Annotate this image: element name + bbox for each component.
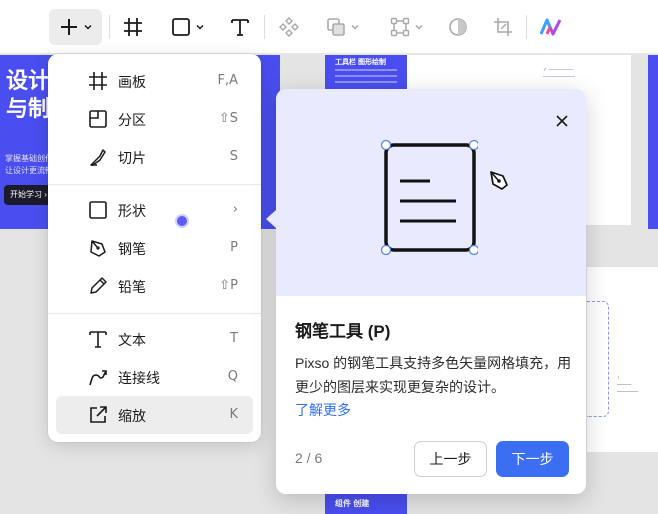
canvas-frame-edge[interactable] bbox=[648, 55, 658, 229]
crop-icon bbox=[494, 18, 512, 36]
frame-mini-text: ↑ ──── ────── bbox=[617, 375, 639, 395]
pen-nib-icon bbox=[90, 240, 106, 257]
menu-item-text[interactable]: 文本 T bbox=[56, 320, 253, 358]
text-placeholder-line bbox=[335, 69, 397, 71]
learn-more-link[interactable]: 了解更多 bbox=[295, 400, 351, 420]
canvas-frame-header-strip[interactable]: 工具栏 图形绘制 bbox=[325, 55, 407, 93]
vector-nodes-icon bbox=[390, 17, 410, 37]
chevron-down-icon bbox=[196, 24, 204, 30]
plus-icon bbox=[60, 19, 77, 35]
menu-item-label: 文本 bbox=[118, 332, 146, 348]
document-icon bbox=[380, 139, 478, 255]
connector-arrow-icon bbox=[89, 370, 107, 386]
ai-logo-icon bbox=[540, 18, 562, 36]
mask-tool-button[interactable] bbox=[443, 9, 473, 45]
top-toolbar bbox=[0, 0, 658, 54]
text-placeholder-line bbox=[335, 81, 397, 83]
menu-item-shortcut: ⇧P bbox=[219, 278, 238, 293]
tour-title: 钢笔工具 (P) bbox=[295, 322, 391, 341]
tour-description: Pixso 的钢笔工具支持多色矢量网格填充，用更少的图层来实现更复杂的设计。 bbox=[295, 355, 572, 395]
slice-knife-icon bbox=[90, 149, 106, 166]
chevron-down-icon bbox=[351, 24, 359, 30]
feature-tour-card: 钢笔工具 (P) Pixso 的钢笔工具支持多色矢量网格填充，用更少的图层来实现… bbox=[276, 89, 586, 494]
shape-tool-button[interactable] bbox=[164, 9, 212, 45]
menu-item-shortcut: ⇧S bbox=[218, 111, 238, 126]
menu-item-label: 形状 bbox=[118, 203, 146, 219]
frame-start-button: 开始学习 › bbox=[4, 185, 53, 205]
tour-illustration bbox=[276, 89, 586, 296]
frame-hash-icon bbox=[89, 72, 107, 90]
menu-item-scale[interactable]: 缩放 K bbox=[56, 396, 253, 434]
menu-divider bbox=[48, 313, 261, 314]
tour-card-pointer bbox=[266, 210, 276, 228]
section-icon bbox=[89, 110, 107, 128]
vector-edit-tool-button[interactable] bbox=[384, 9, 430, 45]
menu-item-shortcut: F,A bbox=[217, 73, 238, 88]
pencil-icon bbox=[90, 277, 107, 294]
text-tool-button[interactable] bbox=[224, 9, 256, 45]
toolbar-separator bbox=[526, 15, 527, 39]
insert-menu: 画板 F,A 分区 ⇧S 切片 S 形状 › 钢笔 P 铅笔 ⇧P 文本 T 连… bbox=[48, 54, 261, 442]
menu-item-label: 缩放 bbox=[118, 408, 146, 424]
frame-title: 设计 与制 bbox=[6, 68, 51, 121]
menu-item-shortcut: K bbox=[229, 407, 238, 422]
boolean-union-icon bbox=[327, 18, 345, 36]
menu-item-label: 铅笔 bbox=[118, 279, 146, 295]
menu-item-shortcut: T bbox=[230, 331, 238, 346]
chevron-down-icon bbox=[415, 24, 423, 30]
text-placeholder-line bbox=[335, 75, 397, 77]
ai-tool-button[interactable] bbox=[536, 9, 566, 45]
toolbar-separator bbox=[109, 15, 110, 39]
canvas-frame-right[interactable]: ↑ ──── ────── bbox=[587, 267, 658, 452]
tour-step-counter: 2 / 6 bbox=[295, 450, 323, 466]
menu-item-label: 连接线 bbox=[118, 370, 160, 386]
frame-mini-text: ✓ ─────── ───────── bbox=[543, 67, 575, 80]
menu-item-label: 钢笔 bbox=[118, 241, 146, 257]
menu-item-label: 画板 bbox=[118, 74, 146, 90]
previous-step-button[interactable]: 上一步 bbox=[414, 441, 487, 477]
frame-tool-button[interactable] bbox=[118, 9, 148, 45]
frame-heading: 工具栏 图形绘制 bbox=[335, 59, 386, 66]
frame-subtitle: 掌握基础创作 让设计更流畅 bbox=[5, 154, 53, 175]
square-icon bbox=[89, 201, 107, 219]
menu-item-shortcut: S bbox=[229, 149, 238, 164]
pen-cursor-icon bbox=[490, 171, 508, 190]
component-diamond-icon bbox=[279, 17, 299, 37]
crop-tool-button[interactable] bbox=[488, 9, 518, 45]
text-t-icon bbox=[89, 331, 107, 348]
toolbar-separator bbox=[264, 15, 265, 39]
mask-circle-icon bbox=[449, 18, 467, 36]
text-t-icon bbox=[231, 19, 249, 36]
chevron-down-icon bbox=[83, 24, 92, 30]
external-link-icon bbox=[90, 406, 107, 423]
menu-item-label: 切片 bbox=[118, 150, 146, 166]
menu-item-pencil[interactable]: 铅笔 ⇧P bbox=[56, 267, 253, 305]
menu-item-shortcut: P bbox=[230, 240, 238, 255]
menu-item-frame[interactable]: 画板 F,A bbox=[56, 62, 253, 100]
menu-divider bbox=[48, 184, 261, 185]
menu-item-pen[interactable]: 钢笔 P bbox=[56, 229, 253, 267]
menu-item-label: 分区 bbox=[118, 112, 146, 128]
dashed-outline bbox=[587, 301, 609, 417]
menu-item-slice[interactable]: 切片 S bbox=[56, 138, 253, 176]
menu-item-shortcut: Q bbox=[227, 369, 238, 384]
menu-item-connector[interactable]: 连接线 Q bbox=[56, 358, 253, 396]
frame-hash-icon bbox=[124, 18, 142, 36]
component-tool-button[interactable] bbox=[274, 9, 304, 45]
next-step-button[interactable]: 下一步 bbox=[496, 441, 569, 477]
boolean-tool-button[interactable] bbox=[320, 9, 366, 45]
menu-item-section[interactable]: 分区 ⇧S bbox=[56, 100, 253, 138]
chevron-right-icon: › bbox=[232, 202, 238, 217]
hover-cursor-indicator bbox=[177, 216, 187, 226]
square-icon bbox=[172, 18, 190, 36]
canvas-frame-component[interactable]: 组件 创建 bbox=[325, 493, 407, 514]
close-icon bbox=[556, 115, 568, 127]
close-button[interactable] bbox=[552, 111, 572, 131]
frame-heading: 组件 创建 bbox=[335, 499, 370, 508]
insert-tool-button[interactable] bbox=[49, 9, 102, 45]
menu-item-shape[interactable]: 形状 › bbox=[56, 191, 253, 229]
